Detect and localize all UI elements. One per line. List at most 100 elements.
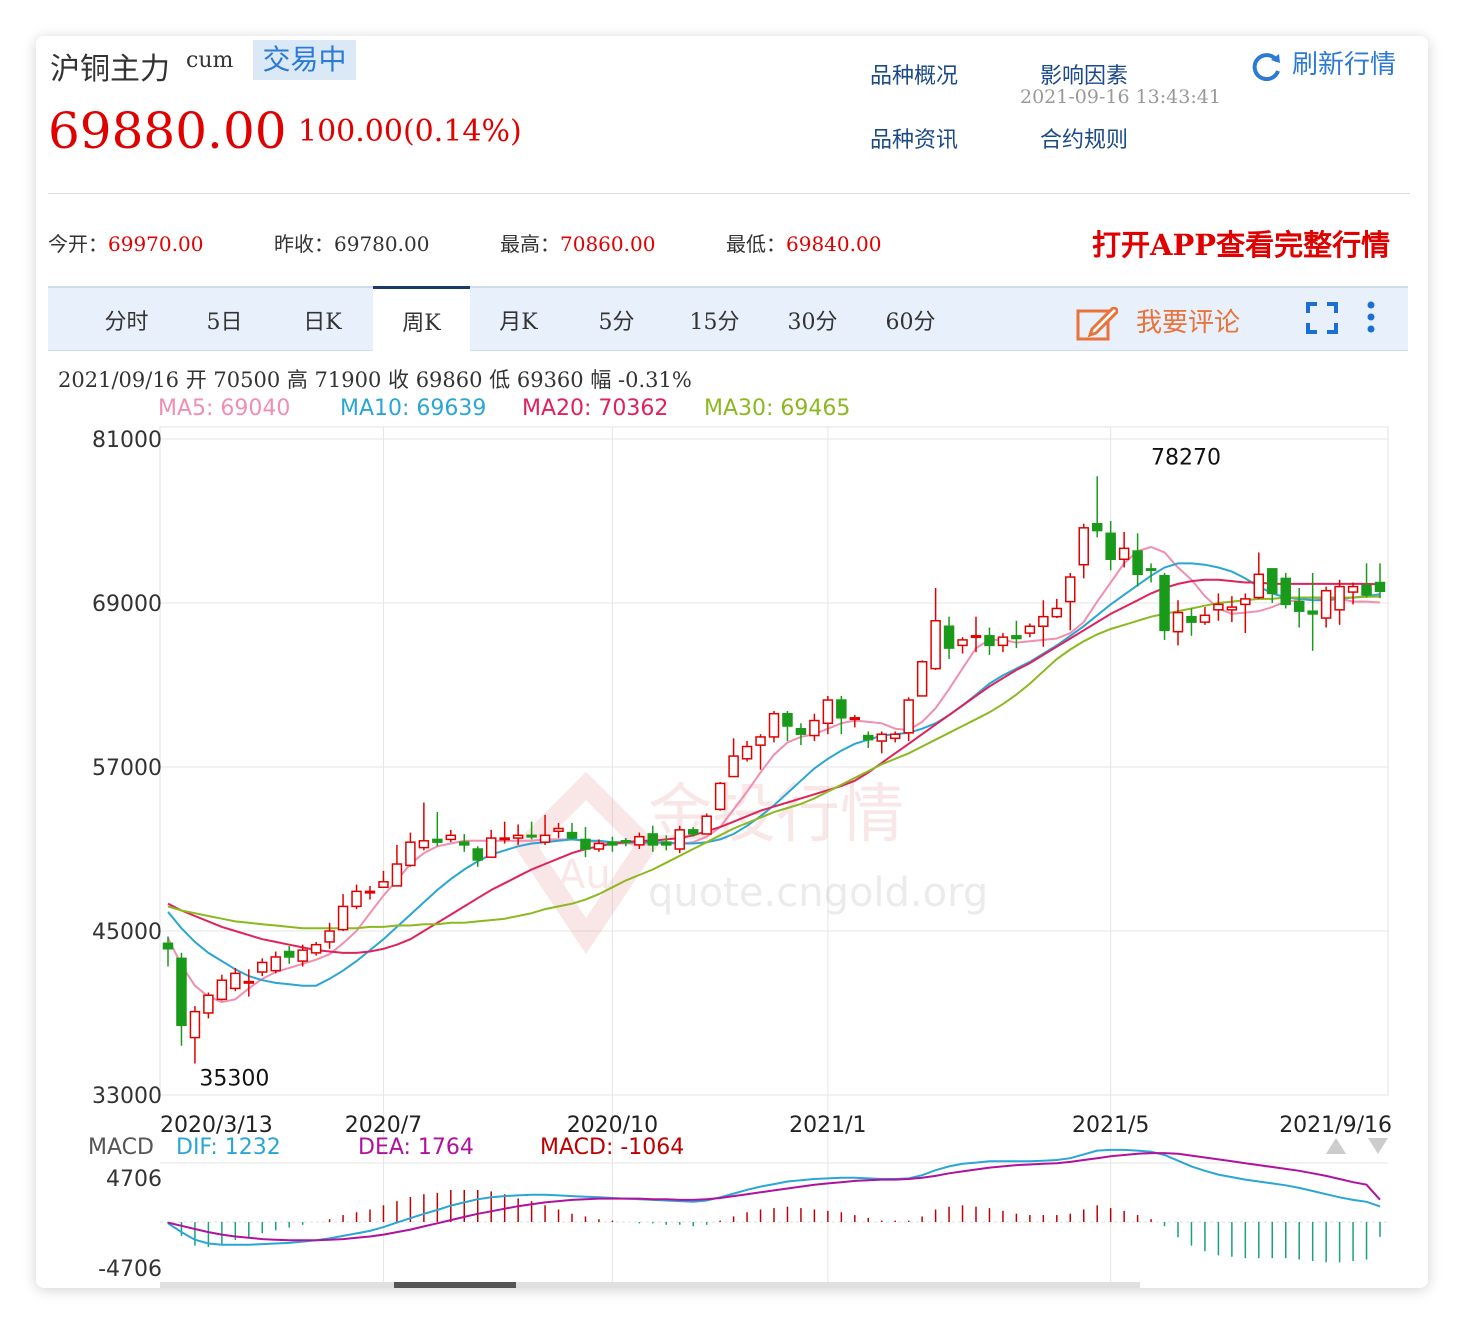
candle-body bbox=[1118, 547, 1130, 561]
candle-body bbox=[1091, 522, 1103, 532]
candle-body bbox=[1011, 635, 1022, 640]
candle-body bbox=[1132, 550, 1143, 576]
watermark-brand: 金投行情 bbox=[648, 778, 904, 852]
candle-body bbox=[1267, 568, 1278, 595]
y-tick-label: 69000 bbox=[92, 592, 162, 617]
candle-body bbox=[324, 930, 335, 943]
candle-body bbox=[701, 815, 712, 835]
candle bbox=[809, 713, 820, 742]
dif-line bbox=[167, 1148, 1381, 1246]
candle bbox=[378, 870, 389, 889]
y-tick-label: 45000 bbox=[92, 920, 162, 945]
candle-body bbox=[351, 890, 362, 908]
candle-body bbox=[620, 840, 632, 844]
candle bbox=[257, 958, 268, 977]
candle-body bbox=[1374, 581, 1386, 592]
candle-body bbox=[1320, 589, 1332, 619]
candle bbox=[162, 936, 174, 967]
candle-body bbox=[714, 782, 726, 811]
candle-body bbox=[647, 833, 659, 846]
candle bbox=[795, 723, 807, 746]
candle-body bbox=[863, 734, 874, 741]
candle bbox=[1024, 623, 1036, 638]
candle bbox=[432, 812, 443, 847]
candle bbox=[1280, 572, 1291, 609]
macd-y-tick-label: 4706 bbox=[106, 1167, 162, 1192]
quote-card: 沪铜主力 cum 交易中 69880.00 100.00(0.14%) 品种概况… bbox=[36, 36, 1428, 1288]
candle bbox=[930, 587, 941, 670]
candle bbox=[674, 825, 685, 854]
dif-label: DIF: 1232 bbox=[176, 1135, 281, 1160]
candle bbox=[243, 969, 255, 997]
candle-body bbox=[1253, 573, 1265, 599]
candle-body bbox=[472, 848, 483, 861]
candle-body bbox=[634, 835, 645, 846]
candle-body bbox=[607, 841, 618, 846]
dea-label: DEA: 1764 bbox=[358, 1135, 474, 1160]
candle-body bbox=[405, 841, 416, 867]
candle-body bbox=[661, 841, 672, 846]
candle-body bbox=[539, 834, 551, 843]
candle-body bbox=[957, 639, 968, 647]
candle-body bbox=[903, 699, 914, 734]
candle-body bbox=[674, 829, 685, 850]
candle-body bbox=[189, 1010, 201, 1039]
candle bbox=[1011, 620, 1022, 649]
macd-y-tick-label: -4706 bbox=[98, 1257, 162, 1282]
candle-body bbox=[1105, 532, 1116, 561]
candle-body bbox=[970, 635, 982, 639]
candle-body bbox=[1051, 607, 1063, 618]
candle-body bbox=[755, 736, 766, 746]
candle bbox=[485, 829, 497, 858]
candle bbox=[405, 832, 416, 867]
candle-body bbox=[687, 829, 699, 835]
candle-body bbox=[418, 840, 430, 849]
candle bbox=[957, 637, 968, 654]
candle-body bbox=[512, 834, 524, 839]
candle-body bbox=[391, 863, 403, 887]
candle-body bbox=[1024, 625, 1036, 634]
dea-line bbox=[167, 1152, 1381, 1242]
candle bbox=[270, 951, 281, 974]
candle bbox=[1361, 563, 1372, 598]
candle-body bbox=[1038, 615, 1049, 627]
candle-body bbox=[485, 837, 497, 858]
candle-body bbox=[1361, 584, 1372, 596]
candle-body bbox=[876, 733, 887, 742]
candle bbox=[997, 633, 1009, 653]
candle bbox=[1091, 476, 1103, 538]
candle bbox=[1213, 593, 1224, 621]
candle bbox=[1199, 607, 1211, 625]
candle-body bbox=[1172, 611, 1184, 633]
candle bbox=[310, 941, 322, 956]
candle-body bbox=[432, 838, 443, 843]
candle bbox=[499, 821, 510, 844]
ma10-line bbox=[167, 562, 1381, 987]
candle-body bbox=[580, 838, 591, 850]
candle bbox=[445, 829, 457, 843]
candle bbox=[337, 894, 349, 931]
candle-body bbox=[1240, 598, 1251, 606]
scrollbar-thumb bbox=[394, 1282, 516, 1288]
candle bbox=[1172, 600, 1184, 646]
candle-body bbox=[176, 957, 187, 1027]
candle-body bbox=[916, 661, 928, 697]
watermark-url: quote.cngold.org bbox=[648, 870, 988, 916]
candle bbox=[1118, 531, 1130, 568]
candle-body bbox=[1280, 577, 1291, 606]
candle bbox=[391, 844, 403, 887]
y-tick-label: 81000 bbox=[92, 428, 162, 453]
candle bbox=[566, 823, 578, 840]
candle bbox=[1320, 586, 1332, 628]
y-tick-label: 33000 bbox=[92, 1084, 162, 1109]
candle-body bbox=[1347, 585, 1359, 593]
candle-body bbox=[566, 831, 578, 839]
candle bbox=[755, 734, 766, 770]
scroll-right-icon bbox=[1368, 1138, 1388, 1154]
candle-body bbox=[243, 980, 255, 984]
candle-body bbox=[943, 625, 955, 649]
candle-body bbox=[459, 841, 470, 846]
candle-body bbox=[1078, 527, 1089, 566]
extreme-label: 35300 bbox=[199, 1067, 269, 1092]
candle-body bbox=[230, 972, 241, 990]
